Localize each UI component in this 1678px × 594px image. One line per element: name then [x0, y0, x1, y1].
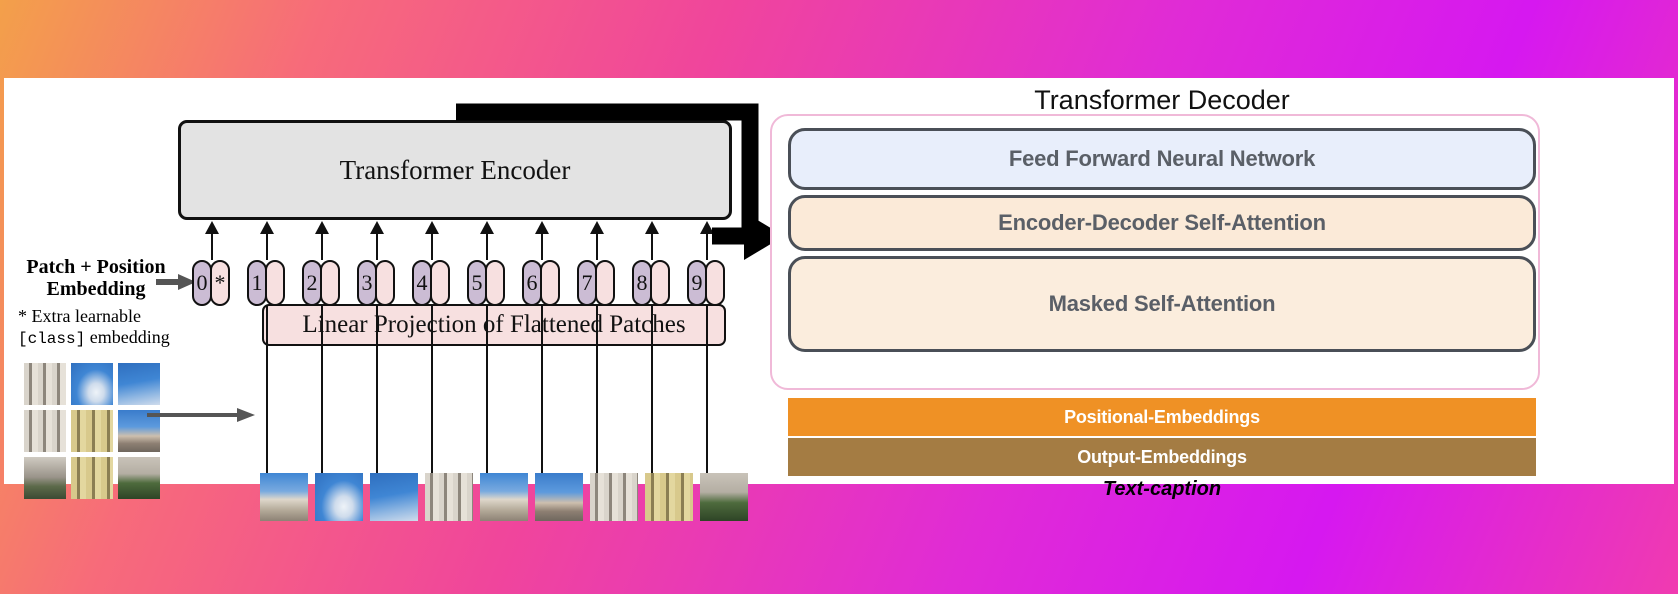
- flattened-patch-thumbnail: [260, 473, 308, 521]
- patch-to-projection-line: [266, 346, 268, 474]
- output-embeddings-bar[interactable]: Output-Embeddings: [788, 438, 1536, 476]
- image-patch-thumbnail: [118, 457, 160, 499]
- patch-token-3[interactable]: 3: [357, 260, 395, 306]
- patch-token-1[interactable]: 1: [247, 260, 285, 306]
- positional-embeddings-bar[interactable]: Positional-Embeddings: [788, 398, 1536, 436]
- token-to-encoder-line: [211, 233, 213, 260]
- patch-position-arrow-icon: [156, 274, 196, 290]
- projection-to-token-line: [431, 306, 433, 350]
- projection-to-token-line: [266, 306, 268, 350]
- flattened-patch-thumbnail: [645, 473, 693, 521]
- grid-to-strip-arrow-icon: [147, 408, 255, 422]
- projection-to-token-line: [321, 306, 323, 350]
- encoder-to-decoder-arrow-icon: [456, 103, 784, 260]
- token-to-encoder-arrow-icon: [260, 221, 274, 234]
- positional-embeddings-label: Positional-Embeddings: [1064, 406, 1260, 427]
- image-patch-thumbnail: [71, 363, 113, 405]
- flattened-patch-thumbnail: [370, 473, 418, 521]
- token-to-encoder-arrow-icon: [315, 221, 329, 234]
- token-to-encoder-arrow-icon: [205, 221, 219, 234]
- patch-embedding-1: [265, 260, 285, 306]
- image-patch-thumbnail: [24, 363, 66, 405]
- patch-to-projection-line: [431, 346, 433, 474]
- token-to-encoder-arrow-icon: [425, 221, 439, 234]
- position-embedding-3: 3: [357, 260, 377, 306]
- token-to-encoder-line: [376, 233, 378, 260]
- patch-to-projection-line: [706, 346, 708, 474]
- flattened-patch-thumbnail: [425, 473, 473, 521]
- flattened-patch-thumbnail: [315, 473, 363, 521]
- flattened-patch-thumbnail: [590, 473, 638, 521]
- patch-embedding-4: [430, 260, 450, 306]
- decoder-row-encoder-decoder-attention[interactable]: Encoder-Decoder Self-Attention: [788, 195, 1536, 251]
- patch-position-line2: Embedding: [46, 278, 146, 301]
- patch-to-projection-line: [541, 346, 543, 474]
- text-caption-label: Text-caption: [1102, 478, 1222, 500]
- token-to-encoder-arrow-icon: [370, 221, 384, 234]
- patch-embedding-3: [375, 260, 395, 306]
- position-embedding-4: 4: [412, 260, 432, 306]
- projection-to-token-line: [376, 306, 378, 350]
- flattened-patch-thumbnail: [535, 473, 583, 521]
- decoder-row-feed-forward[interactable]: Feed Forward Neural Network: [788, 128, 1536, 190]
- patch-to-projection-line: [596, 346, 598, 474]
- image-patch-thumbnail: [118, 363, 160, 405]
- token-to-encoder-line: [321, 233, 323, 260]
- patch-to-projection-line: [321, 346, 323, 474]
- patch-embedding-0: *: [210, 260, 230, 306]
- flattened-patch-thumbnail: [700, 473, 748, 521]
- class-token-mono: [class]: [18, 329, 86, 348]
- patch-to-projection-line: [486, 346, 488, 474]
- token-to-encoder-line: [431, 233, 433, 260]
- patch-token-0[interactable]: 0 *: [192, 260, 230, 306]
- extra-note-line1: * Extra learnable: [18, 306, 141, 326]
- extra-learnable-note: * Extra learnable [class] embedding: [18, 306, 208, 348]
- image-patch-thumbnail: [24, 410, 66, 452]
- flattened-patch-thumbnail: [480, 473, 528, 521]
- decoder-row-feed-forward-label: Feed Forward Neural Network: [1008, 146, 1316, 171]
- position-embedding-2: 2: [302, 260, 322, 306]
- decoder-row-masked-attention-label: Masked Self-Attention: [1048, 291, 1276, 316]
- patch-token-4[interactable]: 4: [412, 260, 450, 306]
- patch-position-line1: Patch + Position: [26, 256, 166, 278]
- extra-note-line2: embedding: [85, 326, 170, 347]
- patch-to-projection-line: [376, 346, 378, 474]
- decoder-row-encoder-decoder-attention-label: Encoder-Decoder Self-Attention: [998, 210, 1326, 235]
- patch-position-embedding-label: Patch + Position Embedding: [12, 256, 180, 301]
- transformer-decoder-title: Transformer Decoder: [1034, 85, 1290, 115]
- patch-embedding-2: [320, 260, 340, 306]
- content-card: Patch + Position Embedding * Extra learn…: [4, 78, 1674, 521]
- patch-token-2[interactable]: 2: [302, 260, 340, 306]
- image-patch-thumbnail: [24, 457, 66, 499]
- token-to-encoder-line: [266, 233, 268, 260]
- decoder-row-masked-attention[interactable]: Masked Self-Attention: [788, 256, 1536, 352]
- image-patch-thumbnail: [71, 457, 113, 499]
- position-embedding-0: 0: [192, 260, 212, 306]
- slide-background: Patch + Position Embedding * Extra learn…: [0, 0, 1678, 594]
- patch-to-projection-line: [651, 346, 653, 474]
- output-embeddings-label: Output-Embeddings: [1077, 446, 1247, 467]
- image-patch-thumbnail: [71, 410, 113, 452]
- position-embedding-1: 1: [247, 260, 267, 306]
